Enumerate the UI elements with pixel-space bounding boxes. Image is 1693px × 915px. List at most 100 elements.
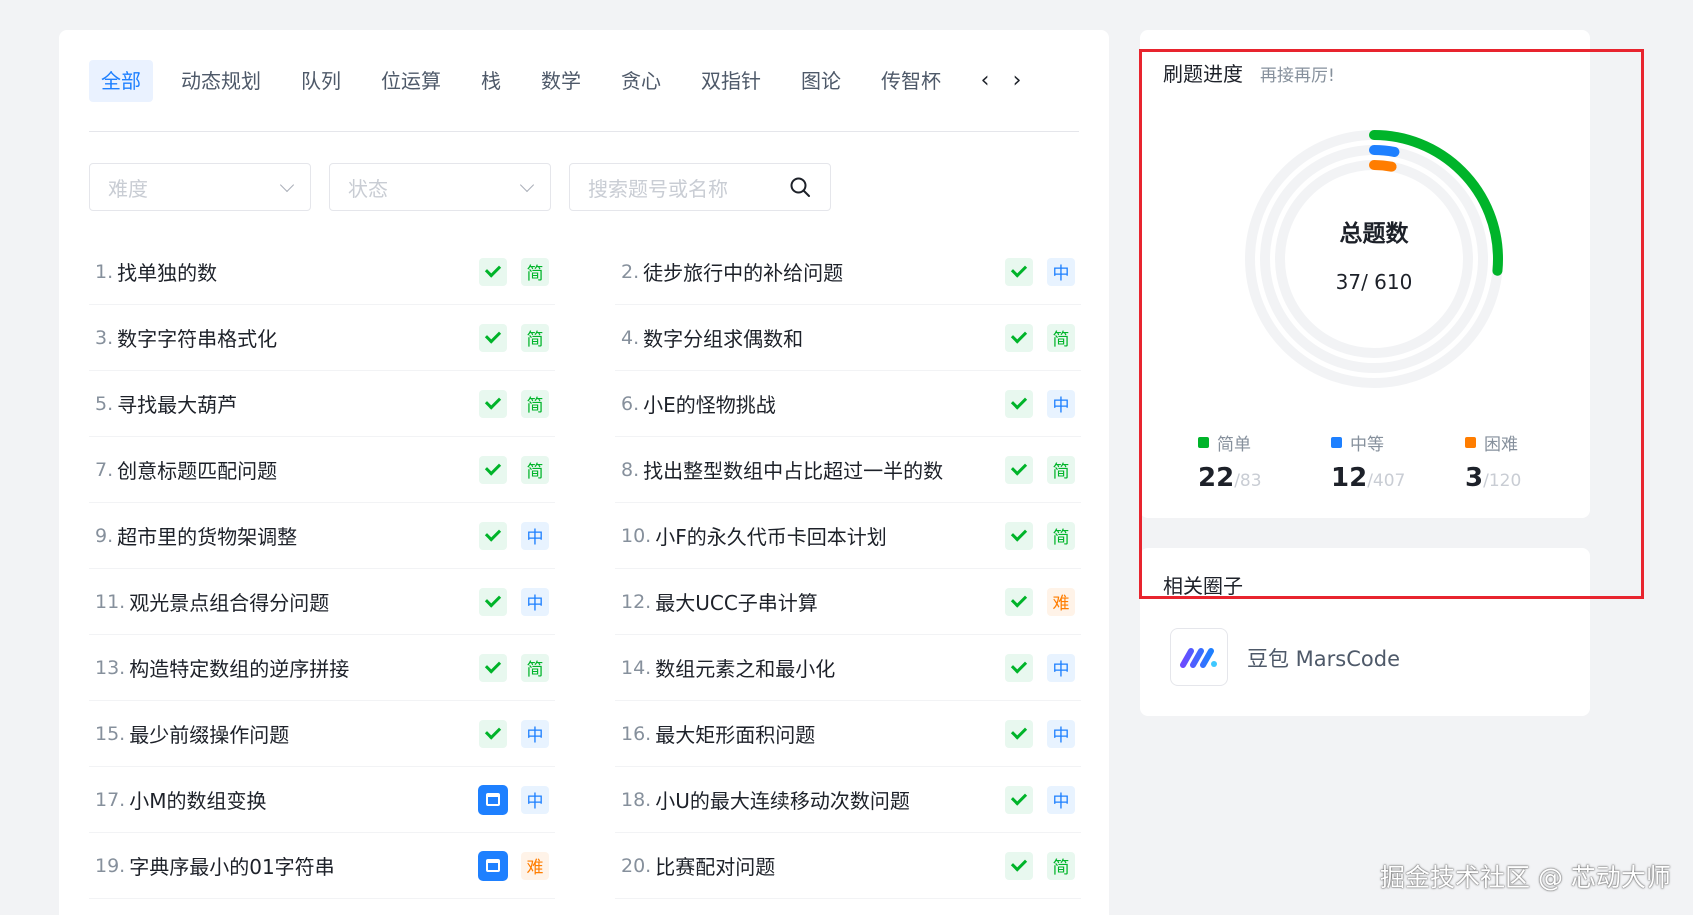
problem-row[interactable]: 11. 观光景点组合得分问题 中 [89, 569, 555, 635]
problem-row[interactable]: 3. 数字字符串格式化 简 [89, 305, 555, 371]
problem-title[interactable]: 小E的怪物挑战 [643, 389, 1005, 418]
check-icon [1005, 851, 1033, 880]
problem-row[interactable]: 17. 小M的数组变换 中 [89, 767, 555, 833]
difficulty-badge: 中 [1047, 257, 1075, 286]
tab-all[interactable]: 全部 [89, 60, 153, 102]
problem-title[interactable]: 观光景点组合得分问题 [129, 587, 479, 616]
problem-row[interactable]: 15. 最少前缀操作问题 中 [89, 701, 555, 767]
difficulty-badge: 难 [1047, 587, 1075, 616]
problem-title[interactable]: 数组元素之和最小化 [655, 653, 1005, 682]
problem-title[interactable]: 最大UCC子串计算 [655, 587, 1005, 616]
problem-title[interactable]: 创意标题匹配问题 [117, 455, 479, 484]
difficulty-badge: 中 [521, 587, 549, 616]
problem-number: 19. [95, 854, 126, 877]
difficulty-badge: 简 [1047, 323, 1075, 352]
problem-title[interactable]: 找出整型数组中占比超过一半的数 [643, 455, 1005, 484]
problem-row[interactable]: 2. 徒步旅行中的补给问题 中 [615, 239, 1081, 305]
calendar-icon [478, 784, 508, 815]
search-icon[interactable] [788, 175, 812, 199]
problem-row[interactable]: 13. 构造特定数组的逆序拼接 简 [89, 635, 555, 701]
problem-title[interactable]: 徒步旅行中的补给问题 [643, 257, 1005, 286]
check-icon [1005, 455, 1033, 484]
difficulty-badge: 中 [1047, 389, 1075, 418]
problem-title[interactable]: 找单独的数 [117, 257, 479, 286]
check-icon [1005, 521, 1033, 550]
problem-number: 1. [95, 260, 114, 283]
problem-number: 5. [95, 392, 114, 415]
difficulty-badge: 中 [521, 521, 549, 550]
problem-title[interactable]: 小F的永久代币卡回本计划 [655, 521, 1005, 550]
problem-row[interactable]: 14. 数组元素之和最小化 中 [615, 635, 1081, 701]
difficulty-badge: 中 [521, 719, 549, 748]
check-icon [1005, 389, 1033, 418]
problem-row[interactable]: 9. 超市里的货物架调整 中 [89, 503, 555, 569]
problem-number: 10. [621, 524, 652, 547]
difficulty-badge: 中 [1047, 785, 1075, 814]
difficulty-badge: 简 [521, 389, 549, 418]
difficulty-badge: 简 [1047, 455, 1075, 484]
problem-title[interactable]: 最大矩形面积问题 [655, 719, 1005, 748]
tab-stack[interactable]: 栈 [469, 60, 513, 102]
problem-list-panel: 全部 动态规划 队列 位运算 栈 数学 贪心 双指针 图论 传智杯 ‹ › 难度… [59, 30, 1109, 915]
problem-row[interactable]: 8. 找出整型数组中占比超过一半的数 简 [615, 437, 1081, 503]
problem-row[interactable]: 7. 创意标题匹配问题 简 [89, 437, 555, 503]
chevron-down-icon [519, 177, 535, 192]
problem-row[interactable]: 16. 最大矩形面积问题 中 [615, 701, 1081, 767]
difficulty-badge: 简 [521, 257, 549, 286]
problem-title[interactable]: 寻找最大葫芦 [117, 389, 479, 418]
check-icon [1005, 653, 1033, 682]
tab-graph[interactable]: 图论 [789, 60, 853, 102]
problem-row[interactable]: 5. 寻找最大葫芦 简 [89, 371, 555, 437]
marscode-logo-icon[interactable] [1170, 628, 1228, 686]
problem-row[interactable]: 20. 比赛配对问题 简 [615, 833, 1081, 899]
problem-number: 6. [621, 392, 640, 415]
tab-queue[interactable]: 队列 [289, 60, 353, 102]
problem-title[interactable]: 小M的数组变换 [129, 785, 478, 814]
highlight-annotation [1139, 49, 1644, 599]
problem-row[interactable]: 10. 小F的永久代币卡回本计划 简 [615, 503, 1081, 569]
check-icon [479, 521, 507, 550]
status-select[interactable]: 状态 [329, 163, 551, 211]
problem-title[interactable]: 构造特定数组的逆序拼接 [129, 653, 479, 682]
problem-title[interactable]: 比赛配对问题 [655, 851, 1005, 880]
problem-title[interactable]: 小U的最大连续移动次数问题 [655, 785, 1005, 814]
problem-row[interactable]: 12. 最大UCC子串计算 难 [615, 569, 1081, 635]
tab-greedy[interactable]: 贪心 [609, 60, 673, 102]
problem-number: 20. [621, 854, 652, 877]
tab-math[interactable]: 数学 [529, 60, 593, 102]
circle-name-link[interactable]: 豆包 MarsCode [1247, 643, 1400, 673]
problem-row[interactable]: 19. 字典序最小的01字符串 难 [89, 833, 555, 899]
problem-row[interactable]: 1. 找单独的数 简 [89, 239, 555, 305]
tabs-prev-button[interactable]: ‹ [969, 60, 1001, 102]
problem-title[interactable]: 数字分组求偶数和 [643, 323, 1005, 352]
problem-title[interactable]: 最少前缀操作问题 [129, 719, 479, 748]
problem-number: 7. [95, 458, 114, 481]
tab-two-pointers[interactable]: 双指针 [689, 60, 773, 102]
difficulty-badge: 简 [521, 455, 549, 484]
difficulty-badge: 中 [521, 785, 549, 814]
check-icon [479, 653, 507, 682]
difficulty-badge: 简 [521, 323, 549, 352]
problem-number: 4. [621, 326, 640, 349]
check-icon [479, 587, 507, 616]
problem-title[interactable]: 超市里的货物架调整 [117, 521, 479, 550]
check-icon [479, 389, 507, 418]
difficulty-select[interactable]: 难度 [89, 163, 311, 211]
problem-number: 8. [621, 458, 640, 481]
difficulty-badge: 简 [1047, 851, 1075, 880]
problem-row[interactable]: 6. 小E的怪物挑战 中 [615, 371, 1081, 437]
tabs-next-button[interactable]: › [1001, 60, 1033, 102]
difficulty-select-placeholder: 难度 [108, 176, 148, 201]
difficulty-badge: 中 [1047, 719, 1075, 748]
check-icon [1005, 587, 1033, 616]
tab-chuanzhi-cup[interactable]: 传智杯 [869, 60, 953, 102]
tab-dynamic-programming[interactable]: 动态规划 [169, 60, 273, 102]
problem-row[interactable]: 4. 数字分组求偶数和 简 [615, 305, 1081, 371]
search-input[interactable]: 搜索题号或名称 [569, 163, 831, 211]
problem-row[interactable]: 18. 小U的最大连续移动次数问题 中 [615, 767, 1081, 833]
problem-number: 2. [621, 260, 640, 283]
problem-title[interactable]: 字典序最小的01字符串 [129, 851, 478, 880]
check-icon [1005, 719, 1033, 748]
problem-title[interactable]: 数字字符串格式化 [117, 323, 479, 352]
tab-bit-manipulation[interactable]: 位运算 [369, 60, 453, 102]
